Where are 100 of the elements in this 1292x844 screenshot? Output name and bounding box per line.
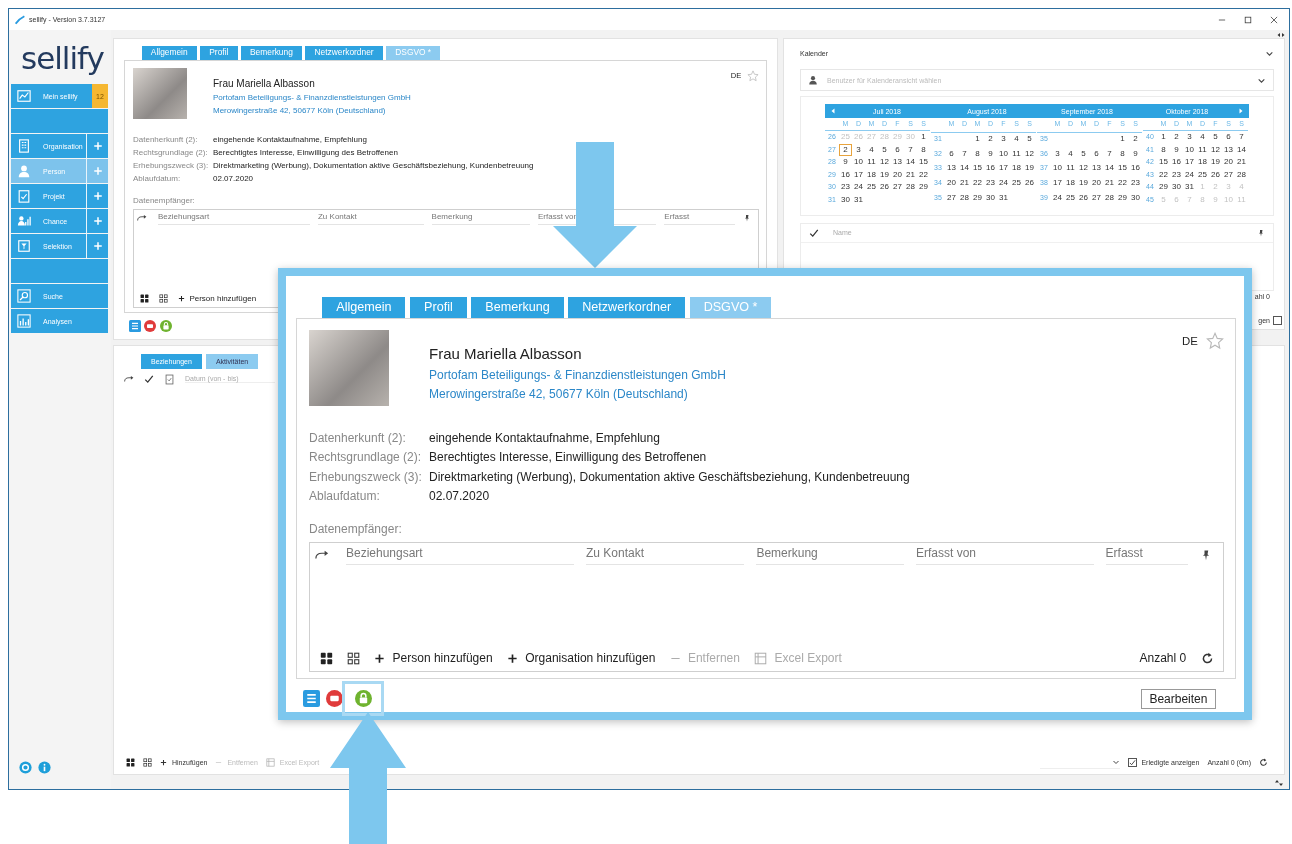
calendar-day[interactable]: 19	[878, 168, 891, 182]
calendar-day[interactable]: 25	[1196, 168, 1209, 182]
calendar-day[interactable]: 27	[945, 191, 958, 207]
calendar-day[interactable]: 14	[1103, 162, 1116, 178]
calendar-day[interactable]: 9	[1129, 147, 1142, 163]
calendar-day[interactable]: 10	[1051, 162, 1064, 178]
calendar-day[interactable]: 4	[1196, 131, 1209, 144]
calendar-day[interactable]: 18	[1064, 177, 1077, 192]
calendar-day[interactable]: 16	[839, 168, 852, 182]
maximize-icon[interactable]	[1243, 14, 1253, 25]
stop-icon[interactable]	[325, 690, 343, 708]
column-header[interactable]: Zu Kontakt	[318, 211, 424, 225]
calendar-day[interactable]: 24	[852, 181, 865, 194]
star-icon[interactable]	[1206, 331, 1225, 350]
calendar-day[interactable]: 24	[997, 177, 1010, 192]
calendar-day[interactable]: 1	[1157, 131, 1170, 144]
column-header[interactable]: Zu Kontakt	[586, 544, 745, 565]
calendar-day[interactable]: 25	[865, 181, 878, 194]
calendar-day[interactable]: 2	[984, 133, 997, 148]
calendar-day[interactable]: 21	[1103, 177, 1116, 192]
calendar-day[interactable]: 19	[1209, 156, 1222, 169]
address-link[interactable]: Merowingerstraße 42, 50677 Köln (Deutschland)	[213, 105, 386, 115]
calendar-day[interactable]: 5	[1023, 133, 1036, 148]
calendar-day[interactable]: 7	[1235, 131, 1248, 144]
calendar-day[interactable]: 27	[1090, 191, 1103, 207]
calendar-day[interactable]: 11	[1064, 162, 1077, 178]
calendar-day[interactable]: 23	[984, 177, 997, 192]
calendar-day[interactable]: 23	[839, 181, 852, 194]
calendar-day[interactable]: 29	[917, 181, 930, 194]
lock-icon[interactable]	[160, 320, 172, 333]
calendar-day[interactable]: 24	[1051, 191, 1064, 207]
company-link[interactable]: Portofam Beteiligungs- & Finanzdienstleistungen GmbH	[213, 93, 411, 103]
column-header[interactable]: Erfasst von	[915, 544, 1094, 565]
calendar-day[interactable]: 30	[839, 193, 852, 207]
calendar-day[interactable]: 12	[1023, 147, 1036, 163]
calendar-day[interactable]: 17	[852, 168, 865, 182]
calendar-day[interactable]: 31	[1183, 181, 1196, 194]
toolbar-button[interactable]: Person hinzufügen	[177, 294, 257, 303]
close-icon[interactable]	[1269, 14, 1279, 25]
calendar-day[interactable]: 19	[1023, 162, 1036, 178]
calendar-day[interactable]: 17	[1183, 156, 1196, 169]
calendar-day[interactable]: 29	[1116, 191, 1129, 207]
calendar-day[interactable]: 12	[1077, 162, 1090, 178]
address-link[interactable]: Merowingerstraße 42, 50677 Köln (Deutschland)	[429, 386, 688, 401]
checkbox[interactable]	[1128, 757, 1138, 767]
calendar-day[interactable]: 23	[1170, 168, 1183, 182]
calendar-day[interactable]: 1	[971, 133, 984, 148]
pin-icon[interactable]	[1257, 228, 1265, 237]
calendar-day[interactable]: 7	[904, 143, 917, 157]
tile-view-icon[interactable]	[140, 294, 150, 303]
calendar-day[interactable]: 3	[1183, 131, 1196, 144]
calendar-day[interactable]: 16	[1170, 156, 1183, 169]
refresh-icon[interactable]	[1259, 757, 1268, 767]
calendar-day[interactable]: 10	[997, 147, 1010, 163]
add-button[interactable]	[86, 234, 108, 258]
calendar-day[interactable]: 18	[1010, 162, 1023, 178]
calendar-day[interactable]: 6	[945, 147, 958, 163]
pin-icon[interactable]	[742, 214, 751, 222]
column-header[interactable]: Bemerkung	[431, 211, 530, 225]
calendar-day[interactable]: 6	[891, 143, 904, 157]
calendar-day[interactable]: 26	[878, 181, 891, 194]
calendar-day[interactable]: 24	[1183, 168, 1196, 182]
calendar-day[interactable]: 8	[917, 143, 930, 157]
column-header[interactable]: Erfasst	[1105, 544, 1189, 565]
company-link[interactable]: Portofam Beteiligungs- & Finanzdienstleistungen GmbH	[429, 367, 726, 382]
calendar-day[interactable]: 30	[1129, 191, 1142, 207]
settings-icon[interactable]	[19, 761, 32, 774]
calendar-day[interactable]: 13	[891, 156, 904, 169]
calendar-day[interactable]: 26	[1077, 191, 1090, 207]
calendar-day[interactable]: 4	[1064, 147, 1077, 163]
calendar-day[interactable]: 28	[1103, 191, 1116, 207]
calendar-day[interactable]: 28	[1235, 168, 1248, 182]
calendar-day[interactable]: 9	[984, 147, 997, 163]
calendar-day[interactable]: 2	[839, 143, 852, 157]
calendar-day[interactable]: 27	[1222, 168, 1235, 182]
chevron-down-icon[interactable]	[1257, 76, 1266, 85]
calendar-day[interactable]: 20	[945, 177, 958, 192]
toolbar-button[interactable]: Organisation hinzufügen	[507, 651, 656, 665]
calendar-day[interactable]: 26	[1023, 177, 1036, 192]
column-header[interactable]: Beziehungsart	[158, 211, 310, 225]
calendar-day[interactable]: 21	[904, 168, 917, 182]
calendar-day[interactable]: 3	[1051, 147, 1064, 163]
calendar-day[interactable]: 13	[945, 162, 958, 178]
calendar-day[interactable]: 15	[917, 156, 930, 169]
calendar-day[interactable]: 21	[958, 177, 971, 192]
list-icon[interactable]	[128, 320, 141, 333]
calendar-day[interactable]: 15	[1116, 162, 1129, 178]
calendar-day[interactable]: 31	[852, 193, 865, 207]
calendar-day[interactable]: 15	[971, 162, 984, 178]
calendar-day[interactable]: 21	[1235, 156, 1248, 169]
calendar-day[interactable]: 16	[984, 162, 997, 178]
calendar-day[interactable]: 22	[971, 177, 984, 192]
calendar-day[interactable]: 6	[1222, 131, 1235, 144]
calendar-day[interactable]: 22	[917, 168, 930, 182]
calendar-day[interactable]: 9	[839, 156, 852, 169]
calendar-day[interactable]: 10	[852, 156, 865, 169]
tile-view-icon[interactable]	[319, 651, 333, 665]
refresh-icon[interactable]	[1200, 651, 1214, 665]
bent-arrow-icon[interactable]	[137, 213, 148, 223]
document-icon[interactable]	[164, 373, 175, 385]
